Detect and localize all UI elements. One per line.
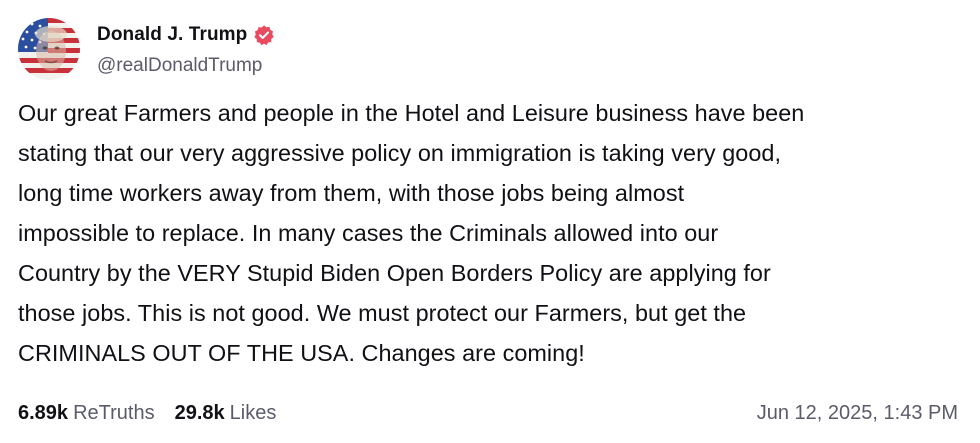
likes-label: Likes xyxy=(229,401,277,424)
likes-stat[interactable]: 29.8k Likes xyxy=(175,402,277,425)
author-display-name[interactable]: Donald J. Trump xyxy=(97,24,247,46)
post-body-line: impossible to replace. In many cases the… xyxy=(18,220,719,246)
avatar[interactable] xyxy=(18,18,80,80)
post-body-line: stating that our very aggressive policy … xyxy=(18,140,782,166)
retruths-count: 6.89k xyxy=(18,401,69,424)
post-body-line: CRIMINALS OUT OF THE USA. Changes are co… xyxy=(18,340,585,366)
author-name-row: Donald J. Trump xyxy=(97,21,275,49)
post-body-line: those jobs. This is not good. We must pr… xyxy=(18,300,747,326)
retruths-label: ReTruths xyxy=(73,401,155,424)
post-timestamp[interactable]: Jun 12, 2025, 1:43 PM xyxy=(757,402,958,425)
post-header: Donald J. Trump @realDonaldTrump xyxy=(18,17,275,81)
post-body: Our great Farmers and people in the Hote… xyxy=(18,93,968,373)
author-identity: Donald J. Trump @realDonaldTrump xyxy=(97,21,275,77)
post-body-line: Country by the VERY Stupid Biden Open Bo… xyxy=(18,260,771,286)
retruths-stat[interactable]: 6.89k ReTruths xyxy=(18,402,155,425)
flag-portrait-avatar-icon xyxy=(18,18,80,80)
author-handle[interactable]: @realDonaldTrump xyxy=(97,55,275,77)
truth-post: Donald J. Trump @realDonaldTrump Our gre… xyxy=(0,0,980,443)
post-body-line: long time workers away from them, with t… xyxy=(18,180,685,206)
verified-badge-icon xyxy=(253,24,275,46)
post-body-line: Our great Farmers and people in the Hote… xyxy=(18,100,805,126)
likes-count: 29.8k xyxy=(174,401,225,424)
post-footer: 6.89k ReTruths 29.8k Likes Jun 12, 2025,… xyxy=(18,398,958,428)
